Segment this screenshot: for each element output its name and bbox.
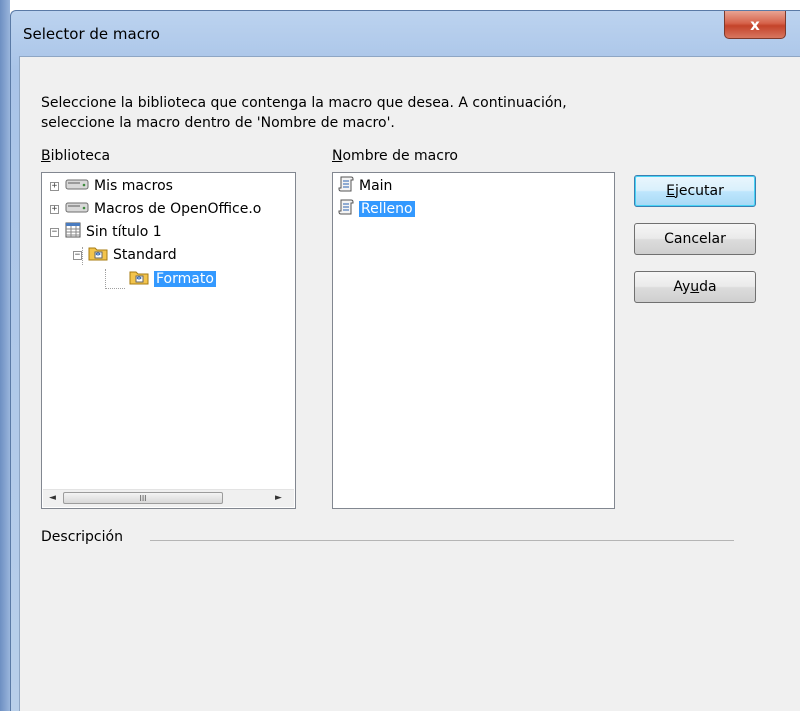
library-label: Biblioteca [41, 148, 111, 164]
tree-item-mis-macros[interactable]: + Mis macros [50, 176, 173, 196]
macro-list[interactable]: Main Relleno [332, 172, 615, 509]
collapse-icon[interactable]: − [73, 250, 82, 260]
scroll-thumb[interactable]: III [63, 492, 223, 504]
tree-line [105, 269, 106, 289]
macro-item-label: Relleno [359, 201, 415, 217]
collapse-icon[interactable]: − [50, 227, 59, 237]
cancel-button[interactable]: Cancelar [634, 223, 756, 255]
basic-module-folder-icon [129, 269, 149, 289]
description-separator [150, 540, 734, 541]
scroll-right-icon[interactable]: ► [275, 493, 282, 503]
library-tree[interactable]: + Mis macros + Macros de OpenOffice.o − … [41, 172, 296, 509]
tree-item-label: Macros de OpenOffice.o [94, 201, 262, 217]
drive-icon [65, 177, 89, 195]
macro-selector-dialog: Selector de macro x Seleccione la biblio… [10, 10, 800, 711]
run-button[interactable]: Ejecutar [634, 175, 756, 207]
tree-item-label: Mis macros [94, 178, 173, 194]
tree-item-formato[interactable]: Formato [129, 269, 216, 289]
macro-scroll-icon [338, 198, 354, 220]
horizontal-scrollbar[interactable]: ◄ III ► [43, 489, 294, 507]
expand-icon[interactable]: + [50, 204, 59, 214]
tree-item-label: Formato [154, 271, 216, 287]
tree-item-standard[interactable]: − Standard [73, 245, 177, 265]
macro-scroll-icon [338, 175, 354, 197]
spreadsheet-doc-icon [65, 222, 81, 242]
expand-icon[interactable]: + [50, 181, 59, 191]
macro-name-label: Nombre de macro [332, 148, 458, 164]
scroll-left-icon[interactable]: ◄ [49, 493, 56, 503]
tree-item-label: Standard [113, 247, 177, 263]
grip-icon: III [139, 493, 147, 503]
dialog-title: Selector de macro [23, 25, 160, 43]
close-button[interactable]: x [724, 11, 786, 39]
close-icon: x [750, 15, 760, 34]
description-label: Descripción [41, 529, 123, 545]
tree-line [105, 288, 125, 289]
help-button[interactable]: Ay u da [634, 271, 756, 303]
tree-item-label: Sin título 1 [86, 224, 162, 240]
tree-item-openoffice-macros[interactable]: + Macros de OpenOffice.o [50, 199, 261, 219]
background-window-edge [0, 0, 10, 711]
tree-item-sin-titulo[interactable]: − Sin título 1 [50, 222, 162, 242]
instruction-text: Seleccione la biblioteca que contenga la… [41, 95, 567, 131]
macro-item-relleno[interactable]: Relleno [338, 199, 415, 219]
macro-item-label: Main [359, 178, 393, 194]
macro-item-main[interactable]: Main [338, 176, 392, 196]
dialog-body: Seleccione la biblioteca que contenga la… [19, 56, 800, 711]
basic-library-folder-icon [88, 245, 108, 265]
title-bar[interactable]: Selector de macro x [11, 11, 800, 57]
drive-icon [65, 200, 89, 218]
